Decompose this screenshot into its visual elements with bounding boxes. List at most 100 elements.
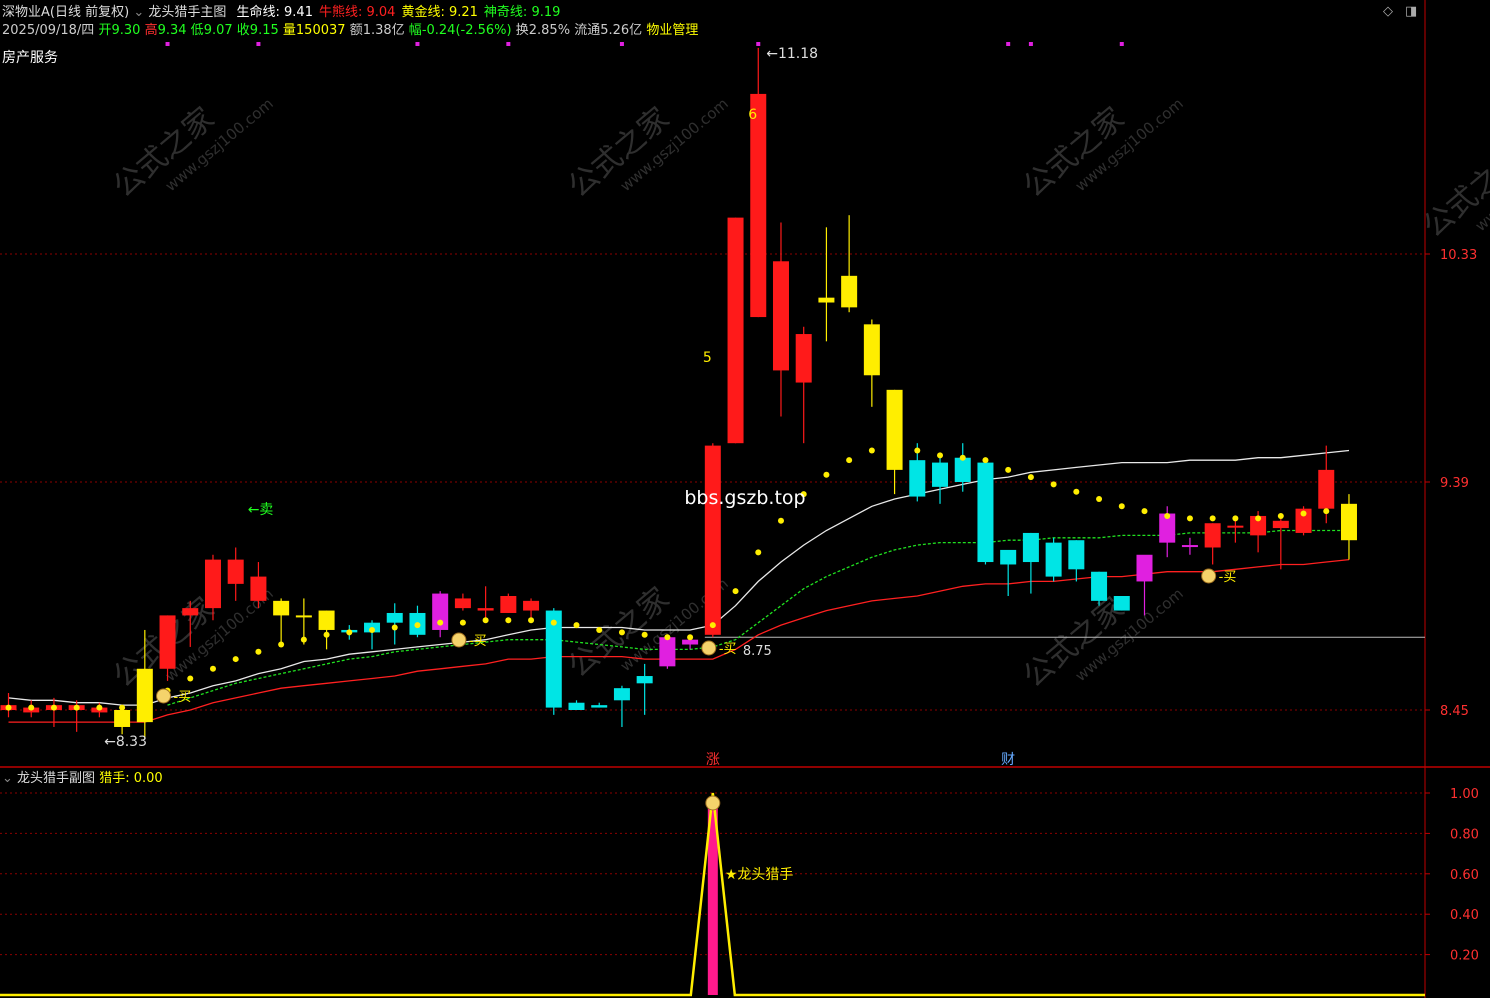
candle-body bbox=[841, 275, 858, 308]
sar-dot bbox=[1277, 512, 1284, 519]
signal-marker bbox=[415, 42, 420, 46]
watermark: 公式之家www.gszj100.com bbox=[562, 94, 732, 204]
quote-volume: 150037 bbox=[295, 23, 346, 38]
quote-float: 5.26亿 bbox=[600, 23, 643, 38]
sub-header: ⌄ 龙头猎手副图 猎手: 0.00 bbox=[2, 771, 163, 786]
candle-body bbox=[682, 639, 699, 645]
candle-body bbox=[273, 600, 290, 616]
sub-ytick-label: 0.60 bbox=[1450, 868, 1479, 883]
sar-dot bbox=[596, 626, 603, 633]
candle-body bbox=[1091, 571, 1108, 601]
sar-dot bbox=[1186, 515, 1193, 522]
candle-body bbox=[636, 676, 653, 684]
hunter-label: ★龙头猎手 bbox=[725, 867, 794, 883]
diamond-icon[interactable]: ◇ bbox=[1383, 4, 1393, 19]
sar-dot bbox=[846, 457, 853, 464]
sar-dot bbox=[777, 517, 784, 524]
sar-dot bbox=[664, 634, 671, 641]
candle-body bbox=[727, 217, 744, 444]
header-line-3: 神奇线: 9.19 bbox=[483, 5, 561, 20]
candle-body bbox=[659, 637, 676, 667]
quote-amount: 1.38亿 bbox=[362, 23, 405, 38]
sar-dot bbox=[209, 665, 216, 672]
signal-marker bbox=[256, 42, 261, 46]
candle-body bbox=[568, 702, 585, 710]
main-ytick-label: 10.33 bbox=[1440, 248, 1477, 263]
sar-dot bbox=[1050, 481, 1057, 488]
chart-canvas[interactable]: 10.33 9.39 8.45 公式之家www.gszj100.com 公式之家www.… bbox=[0, 0, 1490, 998]
sar-dot bbox=[50, 704, 57, 711]
candle-body bbox=[954, 457, 971, 482]
sar-dot bbox=[550, 619, 557, 626]
site-watermark: bbs.gszb.top bbox=[684, 487, 805, 509]
hline-label: 8.75 bbox=[743, 644, 772, 659]
candle-body bbox=[250, 576, 267, 601]
sar-dot bbox=[459, 619, 466, 626]
sar-dot bbox=[232, 656, 239, 663]
sar-dot bbox=[1255, 515, 1262, 522]
header-line-2: 黄金线: 9.21 bbox=[401, 5, 478, 20]
candle-body bbox=[1045, 542, 1062, 577]
sar-dot bbox=[914, 447, 921, 454]
window-toggle-icon[interactable]: ◨ bbox=[1405, 4, 1417, 19]
watermark: 公式之家www.gszj100.com bbox=[1017, 94, 1187, 204]
candle-body bbox=[1318, 469, 1335, 509]
quote-turnover: 2.85% bbox=[528, 23, 571, 38]
sar-dot bbox=[1209, 515, 1216, 522]
sar-dot bbox=[414, 622, 421, 629]
sar-dot bbox=[528, 617, 535, 624]
candle-body bbox=[1272, 520, 1289, 529]
main-header: 深物业A(日线 前复权) ⌄ 龙头猎手主图 生命线: 9.41 牛熊线: 9.04… bbox=[2, 5, 560, 21]
event-marker: 涨 bbox=[706, 752, 720, 768]
sar-dot bbox=[1073, 488, 1080, 495]
event-marker: 财 bbox=[1001, 752, 1015, 768]
sub-indicator-name[interactable]: 龙头猎手副图 bbox=[17, 771, 95, 786]
sub-toggle-icon[interactable]: ⌄ bbox=[2, 771, 13, 786]
sub-indicator-value: 0.00 bbox=[133, 771, 163, 786]
candle-body bbox=[295, 615, 312, 618]
sar-dot bbox=[119, 704, 126, 711]
sar-dot bbox=[1345, 505, 1352, 512]
sar-dot bbox=[982, 457, 989, 464]
buy-signal: -买 bbox=[1219, 570, 1237, 585]
series-line bbox=[167, 529, 1349, 706]
main-ytick-label: 8.45 bbox=[1440, 704, 1469, 719]
sar-dot bbox=[96, 704, 103, 711]
stock-title[interactable]: 深物业A(日线 前复权) bbox=[2, 5, 129, 20]
candle-body bbox=[1227, 525, 1244, 528]
sar-dot bbox=[1096, 495, 1103, 502]
candle-body bbox=[500, 596, 517, 613]
signal-marker bbox=[619, 42, 624, 46]
buy-signal: -买 bbox=[719, 642, 737, 657]
sar-dot bbox=[1300, 510, 1307, 517]
count-label: 5 bbox=[703, 350, 712, 366]
count-label: 6 bbox=[748, 107, 757, 123]
sar-dot bbox=[823, 471, 830, 478]
candle-body bbox=[591, 705, 608, 708]
candle-body bbox=[772, 261, 789, 371]
quote-industry[interactable]: 物业管理 bbox=[646, 23, 698, 38]
sar-dot bbox=[687, 634, 694, 641]
sar-dot bbox=[755, 549, 762, 556]
candle-body bbox=[1204, 523, 1221, 548]
sar-dot bbox=[732, 588, 739, 595]
money-bag-icon bbox=[156, 688, 172, 704]
buy-signal: -买 bbox=[469, 634, 487, 649]
money-bag-icon bbox=[705, 795, 721, 811]
high-annotation: ←11.18 bbox=[766, 46, 818, 62]
sar-dot bbox=[641, 631, 648, 638]
sar-dot bbox=[573, 622, 580, 629]
signal-marker bbox=[1028, 42, 1033, 46]
indicator-name[interactable]: 龙头猎手主图 bbox=[148, 5, 226, 20]
quote-high: 9.34 bbox=[157, 23, 187, 38]
sell-signal: ←卖 bbox=[248, 502, 274, 518]
candle-body bbox=[159, 615, 176, 669]
sar-dot bbox=[300, 636, 307, 643]
candle-body bbox=[909, 460, 926, 497]
sar-dot bbox=[1232, 515, 1239, 522]
sar-dot bbox=[1323, 508, 1330, 515]
indicator-toggle-icon[interactable]: ⌄ bbox=[133, 5, 144, 20]
sar-dot bbox=[482, 617, 489, 624]
candle-body bbox=[1068, 540, 1085, 570]
candle-body bbox=[886, 389, 903, 470]
